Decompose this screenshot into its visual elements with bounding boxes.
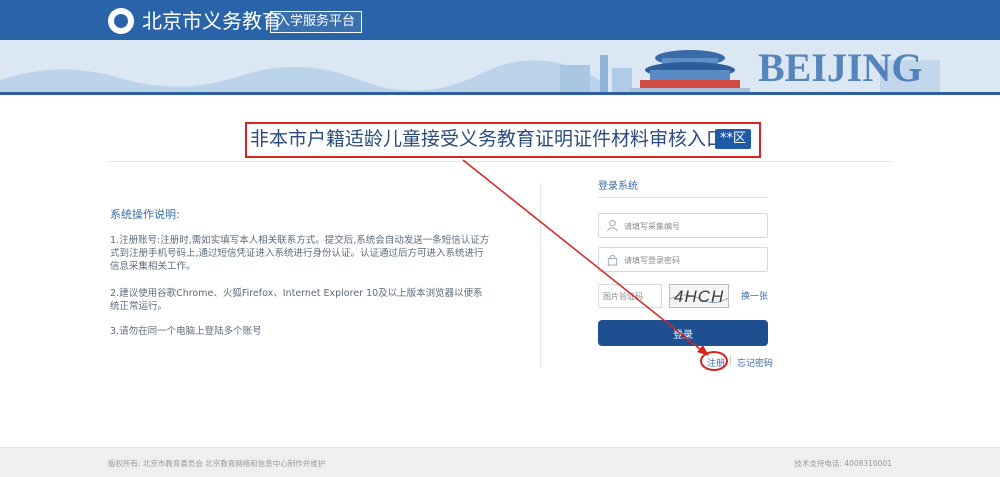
captcha-text: 4HCH: [674, 287, 725, 306]
captcha-image[interactable]: 4HCH: [669, 284, 729, 308]
site-header: 北京市义务教育 入学服务平台 BEIJING: [0, 0, 1000, 95]
brand-title: 北京市义务教育: [142, 9, 282, 33]
captcha-input[interactable]: [603, 288, 659, 304]
instruction-item: 3.请勿在同一个电脑上登陆多个账号: [110, 326, 262, 337]
refresh-captcha-link[interactable]: 换一张: [741, 289, 768, 302]
page-title: 非本市户籍适龄儿童接受义务教育证明证件材料审核入口: [250, 128, 726, 150]
instruction-item: 1.注册账号:注册时,需如实填写本人相关联系方式。提交后,系统会自动发送一条短信…: [110, 235, 490, 272]
column-divider: [540, 183, 541, 368]
footer-support-phone: 技术支持电话: 4008310001: [794, 459, 892, 468]
login-title: 登录系统: [598, 181, 638, 192]
banner-text: BEIJING: [758, 45, 923, 90]
username-input[interactable]: [624, 217, 764, 235]
page-root: 北京市义务教育 入学服务平台 BEIJING 非本市户籍适龄儿童接受义务教育证明…: [0, 0, 1000, 477]
password-input[interactable]: [624, 251, 764, 269]
logo-icon: [108, 8, 134, 34]
forgot-password-link[interactable]: 忘记密码: [737, 356, 773, 369]
register-highlight-circle: [700, 351, 728, 371]
user-icon: [607, 219, 618, 232]
title-divider: [108, 161, 892, 162]
lock-icon: [607, 254, 618, 266]
login-title-underline: [598, 197, 768, 198]
header-divider: [0, 92, 1000, 95]
brand-badge: 入学服务平台: [270, 11, 363, 33]
footer-copyright: 版权所有: 北京市教育委员会 北京教育网络和信息中心制作并维护: [108, 459, 326, 468]
instructions-heading: 系统操作说明:: [110, 208, 180, 221]
username-field[interactable]: [598, 213, 768, 238]
instruction-item: 2.建议使用谷歌Chrome、火狐Firefox、Internet Explor…: [110, 288, 483, 312]
link-separator: |: [729, 356, 733, 366]
login-button[interactable]: 登录: [598, 320, 768, 346]
district-badge: **区: [715, 129, 751, 149]
site-footer: 版权所有: 北京市教育委员会 北京教育网络和信息中心制作并维护 技术支持电话: …: [0, 447, 1000, 477]
password-field[interactable]: [598, 247, 768, 272]
captcha-field[interactable]: [598, 284, 662, 308]
